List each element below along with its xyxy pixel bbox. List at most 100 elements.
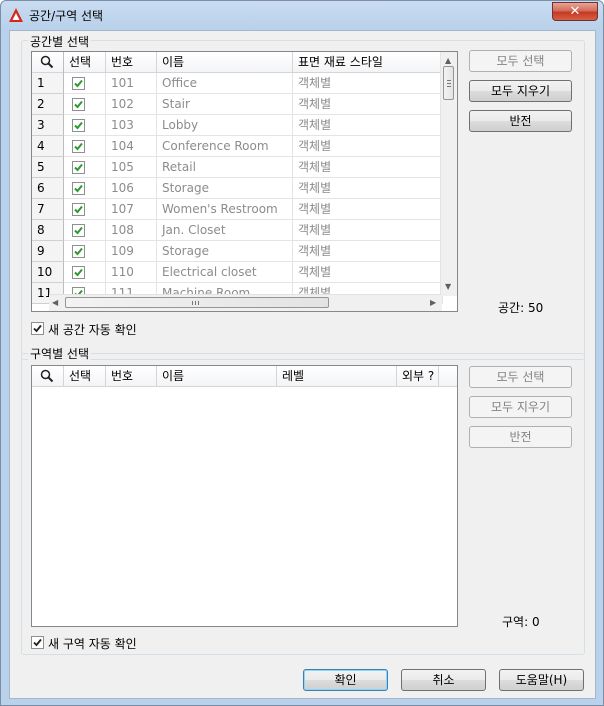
- row-surface-style: 객체별: [293, 136, 443, 157]
- row-select-cell[interactable]: [64, 136, 106, 157]
- zones-invert-button[interactable]: 반전: [469, 426, 572, 448]
- row-index[interactable]: 5: [32, 157, 64, 178]
- spaces-vertical-scrollbar[interactable]: ▲ ▼: [440, 52, 457, 296]
- horizontal-scroll-thumb[interactable]: [65, 297, 329, 308]
- spaces-horizontal-scrollbar[interactable]: ◀ ▶: [49, 294, 442, 311]
- scroll-up-icon[interactable]: ▲: [445, 56, 451, 66]
- spaces-table[interactable]: 선택 번호 이름 표면 재료 스타일 1 101 Office 객체별 2 102 Stai…: [31, 51, 458, 312]
- search-column-header[interactable]: [32, 52, 64, 73]
- row-number: 103: [106, 115, 157, 136]
- help-button[interactable]: 도움말(H): [499, 669, 584, 691]
- row-select-cell[interactable]: [64, 199, 106, 220]
- scroll-right-icon[interactable]: ▶: [430, 298, 436, 308]
- row-select-checkbox[interactable]: [72, 224, 85, 237]
- checkmark-icon: [74, 247, 83, 256]
- row-index[interactable]: 9: [32, 241, 64, 262]
- row-surface-style: 객체별: [293, 220, 443, 241]
- column-header-name[interactable]: 이름: [157, 52, 293, 73]
- row-select-cell[interactable]: [64, 241, 106, 262]
- table-row[interactable]: 5 105 Retail 객체별: [32, 157, 457, 178]
- row-index[interactable]: 2: [32, 94, 64, 115]
- row-index[interactable]: 6: [32, 178, 64, 199]
- ok-button[interactable]: 확인: [303, 669, 388, 691]
- row-name: Retail: [157, 157, 293, 178]
- cancel-button[interactable]: 취소: [401, 669, 486, 691]
- row-select-checkbox[interactable]: [72, 182, 85, 195]
- checkmark-icon: [74, 100, 83, 109]
- spaces-group-title: 공간별 선택: [28, 33, 92, 50]
- checkmark-icon: [74, 268, 83, 277]
- table-row[interactable]: 1 101 Office 객체별: [32, 73, 457, 94]
- checkmark-icon: [74, 184, 83, 193]
- row-select-cell[interactable]: [64, 73, 106, 94]
- row-select-checkbox[interactable]: [72, 203, 85, 216]
- spaces-invert-button[interactable]: 반전: [469, 110, 572, 132]
- zones-auto-check-label[interactable]: 새 구역 자동 확인: [48, 635, 137, 652]
- row-select-checkbox[interactable]: [72, 245, 85, 258]
- row-select-checkbox[interactable]: [72, 140, 85, 153]
- table-row[interactable]: 2 102 Stair 객체별: [32, 94, 457, 115]
- row-surface-style: 객체별: [293, 178, 443, 199]
- row-name: Women's Restroom: [157, 199, 293, 220]
- row-name: Electrical closet: [157, 262, 293, 283]
- scroll-left-icon[interactable]: ◀: [52, 298, 58, 308]
- zones-clear-all-button[interactable]: 모두 지우기: [469, 396, 572, 418]
- row-select-checkbox[interactable]: [72, 77, 85, 90]
- spaces-auto-check-label[interactable]: 새 공간 자동 확인: [48, 321, 137, 338]
- zones-auto-check-checkbox[interactable]: [31, 636, 44, 649]
- column-header-surface-style[interactable]: 표면 재료 스타일: [293, 52, 443, 73]
- row-select-checkbox[interactable]: [72, 98, 85, 111]
- row-index[interactable]: 8: [32, 220, 64, 241]
- table-row[interactable]: 4 104 Conference Room 객체별: [32, 136, 457, 157]
- row-select-cell[interactable]: [64, 220, 106, 241]
- table-row[interactable]: 7 107 Women's Restroom 객체별: [32, 199, 457, 220]
- column-header-level[interactable]: 레벨: [277, 366, 397, 387]
- spaces-select-all-button[interactable]: 모두 선택: [469, 50, 572, 72]
- row-name: Storage: [157, 241, 293, 262]
- row-index[interactable]: 4: [32, 136, 64, 157]
- scroll-down-icon[interactable]: ▼: [445, 282, 451, 292]
- vertical-scroll-thumb[interactable]: [443, 66, 454, 100]
- table-row[interactable]: 3 103 Lobby 객체별: [32, 115, 457, 136]
- row-select-cell[interactable]: [64, 94, 106, 115]
- row-surface-style: 객체별: [293, 241, 443, 262]
- column-header-select[interactable]: 선택: [64, 366, 106, 387]
- column-header-exterior[interactable]: 외부 ?: [397, 366, 439, 387]
- column-header-number[interactable]: 번호: [106, 52, 157, 73]
- row-select-checkbox[interactable]: [72, 119, 85, 132]
- zones-count: 구역: 0: [502, 615, 540, 629]
- title-bar[interactable]: 공간/구역 선택 ✕: [1, 1, 603, 29]
- column-header-name[interactable]: 이름: [157, 366, 277, 387]
- dialog-body: 공간별 선택 선택 번호 이름 표면 재료 스타일 1 101 Office 객체별 2…: [9, 30, 596, 699]
- row-select-cell[interactable]: [64, 157, 106, 178]
- row-select-cell[interactable]: [64, 178, 106, 199]
- spaces-count: 공간: 50: [498, 301, 544, 315]
- row-select-cell[interactable]: [64, 262, 106, 283]
- zones-table[interactable]: 선택 번호 이름 레벨 외부 ?: [31, 365, 458, 627]
- row-surface-style: 객체별: [293, 199, 443, 220]
- row-select-checkbox[interactable]: [72, 161, 85, 174]
- table-row[interactable]: 6 106 Storage 객체별: [32, 178, 457, 199]
- row-surface-style: 객체별: [293, 115, 443, 136]
- spaces-clear-all-button[interactable]: 모두 지우기: [469, 80, 572, 102]
- checkmark-icon: [33, 638, 42, 647]
- checkmark-icon: [74, 121, 83, 130]
- spaces-table-header: 선택 번호 이름 표면 재료 스타일: [32, 52, 457, 73]
- table-row[interactable]: 10 110 Electrical closet 객체별: [32, 262, 457, 283]
- row-select-checkbox[interactable]: [72, 266, 85, 279]
- row-index[interactable]: 7: [32, 199, 64, 220]
- zones-select-all-button[interactable]: 모두 선택: [469, 366, 572, 388]
- search-column-header[interactable]: [32, 366, 64, 387]
- checkmark-icon: [74, 226, 83, 235]
- column-header-number[interactable]: 번호: [106, 366, 157, 387]
- row-select-cell[interactable]: [64, 115, 106, 136]
- row-index[interactable]: 1: [32, 73, 64, 94]
- row-index[interactable]: 10: [32, 262, 64, 283]
- close-button[interactable]: ✕: [552, 2, 598, 21]
- table-row[interactable]: 8 108 Jan. Closet 객체별: [32, 220, 457, 241]
- table-row[interactable]: 9 109 Storage 객체별: [32, 241, 457, 262]
- row-surface-style: 객체별: [293, 262, 443, 283]
- spaces-auto-check-checkbox[interactable]: [31, 322, 44, 335]
- column-header-select[interactable]: 선택: [64, 52, 106, 73]
- row-index[interactable]: 3: [32, 115, 64, 136]
